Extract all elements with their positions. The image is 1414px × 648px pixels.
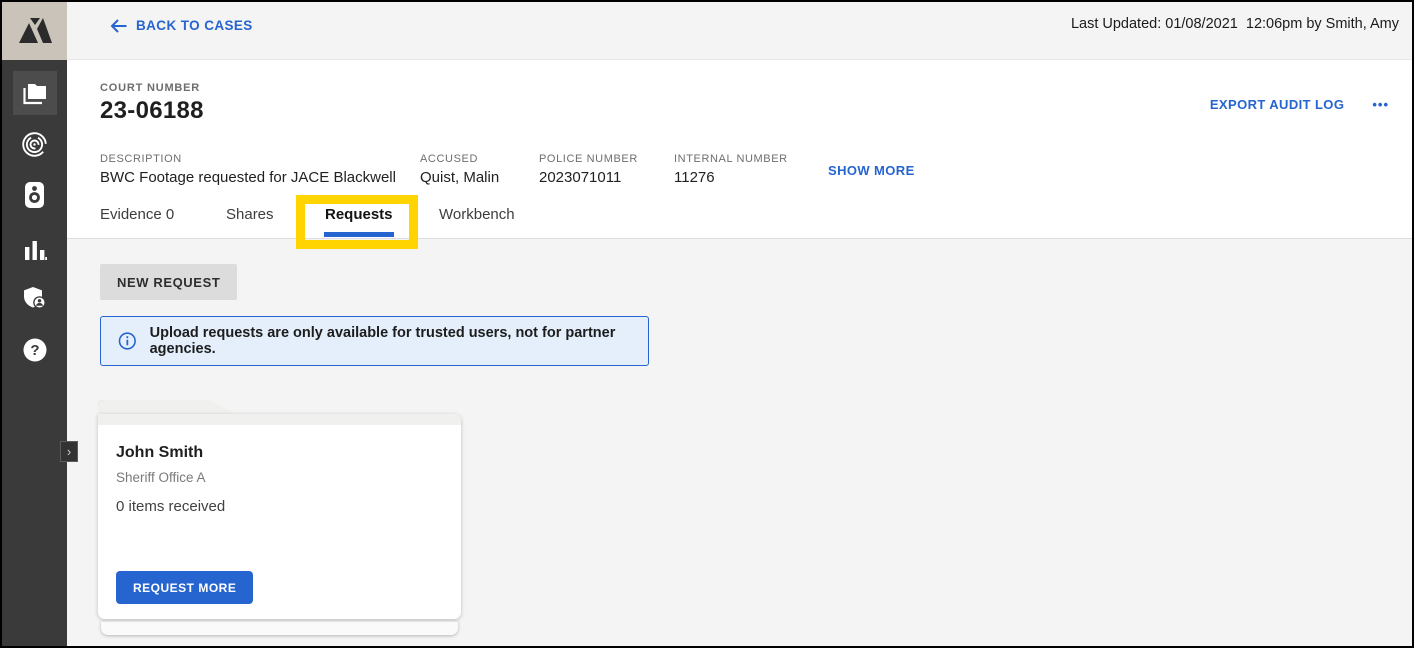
request-more-button[interactable]: REQUEST MORE xyxy=(116,571,253,604)
export-audit-log-link[interactable]: EXPORT AUDIT LOG xyxy=(1210,97,1344,112)
tab-workbench[interactable]: Workbench xyxy=(439,206,515,223)
info-icon xyxy=(118,331,137,351)
sidebar-item-devices[interactable] xyxy=(2,171,67,219)
field-label: INTERNAL NUMBER xyxy=(674,153,788,165)
field-police-number: POLICE NUMBER 2023071011 xyxy=(539,153,638,186)
tab-requests[interactable]: Requests xyxy=(325,206,393,223)
sidebar-expand-toggle[interactable]: › xyxy=(60,441,78,462)
court-number-value: 23-06188 xyxy=(100,97,204,125)
field-internal-number: INTERNAL NUMBER 11276 xyxy=(674,153,788,186)
info-banner: Upload requests are only available for t… xyxy=(100,316,649,366)
help-icon: ? xyxy=(22,337,48,363)
folder-header-strip xyxy=(98,414,461,425)
field-value: BWC Footage requested for JACE Blackwell xyxy=(100,169,396,186)
field-accused: ACCUSED Quist, Malin xyxy=(420,153,499,186)
folder-footer-strip xyxy=(101,621,458,635)
axon-delta-icon xyxy=(14,13,56,49)
sidebar-item-cases[interactable] xyxy=(2,70,67,118)
sidebar: ? xyxy=(2,2,67,646)
show-more-link[interactable]: SHOW MORE xyxy=(828,163,915,178)
fingerprint-icon xyxy=(21,131,48,158)
header-actions: EXPORT AUDIT LOG ••• xyxy=(1210,97,1389,112)
more-options-button[interactable]: ••• xyxy=(1372,97,1389,112)
field-value: Quist, Malin xyxy=(420,169,499,186)
svg-text:?: ? xyxy=(30,342,39,359)
info-banner-text: Upload requests are only available for t… xyxy=(150,325,648,357)
new-request-button[interactable]: NEW REQUEST xyxy=(100,264,237,300)
sidebar-item-admin[interactable] xyxy=(2,274,67,322)
case-header: COURT NUMBER 23-06188 EXPORT AUDIT LOG •… xyxy=(67,60,1412,239)
court-number-label: COURT NUMBER xyxy=(100,82,200,94)
field-value: 11276 xyxy=(674,169,788,186)
last-updated-text: Last Updated: 01/08/2021 12:06pm by Smit… xyxy=(1071,16,1399,32)
items-received-status: 0 items received xyxy=(116,498,225,515)
recipient-agency: Sheriff Office A xyxy=(116,470,206,485)
sidebar-item-evidence[interactable] xyxy=(2,120,67,168)
top-bar: BACK TO CASES Last Updated: 01/08/2021 1… xyxy=(67,2,1412,60)
field-value: 2023071011 xyxy=(539,169,638,186)
axon-logo[interactable] xyxy=(2,2,67,60)
back-arrow-icon xyxy=(110,19,127,33)
request-card: John Smith Sheriff Office A 0 items rece… xyxy=(98,400,461,637)
back-to-cases-label: BACK TO CASES xyxy=(136,18,253,33)
body-camera-icon xyxy=(24,181,45,209)
tab-evidence[interactable]: Evidence 0 xyxy=(100,206,174,223)
app-window: ? › BACK TO CASES Last Updated: 01/08/20… xyxy=(0,0,1414,648)
requests-panel: NEW REQUEST Upload requests are only ava… xyxy=(67,239,1412,646)
shield-user-icon xyxy=(22,285,48,311)
field-label: ACCUSED xyxy=(420,153,499,165)
cases-folder-icon xyxy=(21,82,48,106)
field-label: DESCRIPTION xyxy=(100,153,396,165)
bar-chart-icon xyxy=(23,239,47,260)
tab-shares[interactable]: Shares xyxy=(226,206,274,223)
field-description: DESCRIPTION BWC Footage requested for JA… xyxy=(100,153,396,186)
back-to-cases-link[interactable]: BACK TO CASES xyxy=(110,18,253,33)
field-label: POLICE NUMBER xyxy=(539,153,638,165)
recipient-name: John Smith xyxy=(116,444,203,462)
sidebar-item-analytics[interactable] xyxy=(2,225,67,273)
sidebar-item-help[interactable]: ? xyxy=(2,326,67,374)
